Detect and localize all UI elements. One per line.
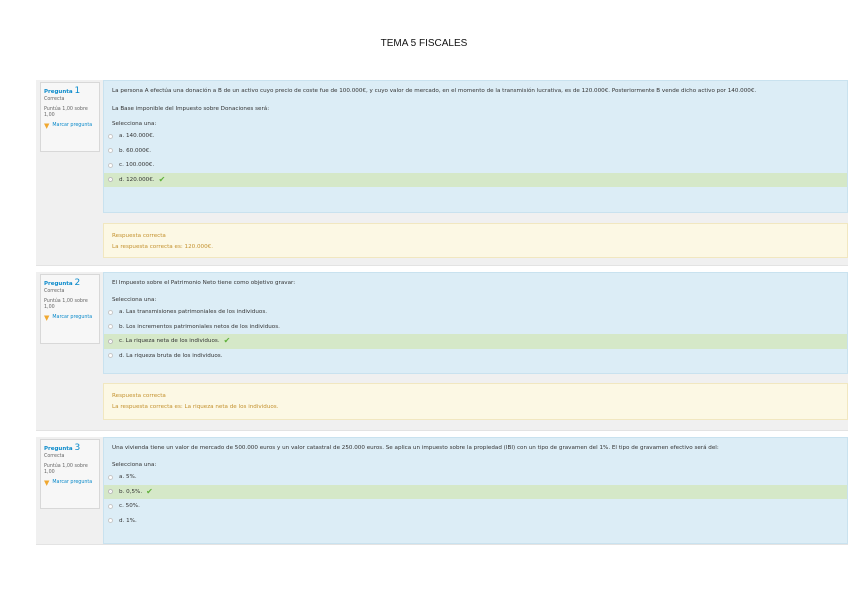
check-icon: ✔: [223, 336, 231, 346]
question-number: Pregunta 2: [44, 279, 96, 288]
flag-question-link[interactable]: ▼ Marcar pregunta: [44, 479, 96, 487]
check-icon: ✔: [146, 486, 153, 496]
radio-button-selected[interactable]: [108, 177, 113, 183]
answer-option-a[interactable]: a. 140.000€.: [104, 129, 847, 144]
question-formulation: La persona A efectúa una donación a B de…: [103, 80, 848, 213]
answer-option-b[interactable]: b. Los incrementos patrimoniales netos d…: [104, 320, 847, 335]
answer-option-label: d. La riqueza bruta de los individuos.: [119, 352, 223, 359]
question-state: Correcta: [44, 454, 65, 459]
answer-option-d[interactable]: d. 120.000€. ✔: [104, 172, 847, 187]
question-state: Correcta: [44, 289, 65, 294]
question-number-value: 1: [74, 86, 81, 96]
question-state: Correcta: [44, 97, 65, 102]
answer-option-label: a. 140.000€.: [119, 133, 155, 140]
question-subtext: La Base imponible del Impuesto sobre Don…: [112, 106, 270, 112]
feedback-title: Respuesta correcta: [112, 233, 166, 239]
feedback-box: Respuesta correcta La respuesta correcta…: [103, 383, 848, 420]
question-info: Pregunta 2 Correcta Puntúa 1,00 sobre 1,…: [40, 274, 100, 344]
radio-button[interactable]: [108, 309, 113, 315]
answer-options: a. 140.000€. b. 60.000€. c. 100.000€. d.…: [104, 129, 847, 187]
feedback-title: Respuesta correcta: [112, 393, 166, 399]
answer-option-label: b. 0,5%.: [119, 488, 143, 495]
answer-option-b[interactable]: b. 60.000€.: [104, 144, 847, 159]
flag-question-label: Marcar pregunta: [52, 315, 93, 320]
feedback-right-answer: La respuesta correcta es: 120.000€.: [112, 244, 213, 250]
quiz-attempt-review: Pregunta 1 Correcta Puntúa 1,00 sobre 1,…: [36, 80, 848, 545]
radio-button[interactable]: [108, 162, 113, 168]
answer-option-label: a. Las transmisiones patrimoniales de lo…: [119, 309, 268, 316]
flag-question-label: Marcar pregunta: [52, 480, 93, 485]
answer-option-c[interactable]: c. 100.000€.: [104, 158, 847, 173]
flag-question-link[interactable]: ▼ Marcar pregunta: [44, 122, 96, 130]
answer-option-d[interactable]: d. 1%.: [104, 514, 847, 529]
answer-option-label: c. 100.000€.: [119, 162, 155, 169]
question-formulation: Una vivienda tiene un valor de mercado d…: [103, 437, 848, 544]
answer-prompt: Selecciona una:: [112, 297, 157, 303]
answer-option-label: d. 1%.: [119, 517, 137, 524]
answer-option-label: c. 50%.: [119, 503, 140, 510]
question-label: Pregunta: [44, 89, 73, 95]
check-icon: ✔: [158, 174, 166, 184]
question-label: Pregunta: [44, 281, 73, 287]
question-info: Pregunta 1 Correcta Puntúa 1,00 sobre 1,…: [40, 82, 100, 152]
flag-question-label: Marcar pregunta: [52, 123, 93, 128]
radio-button[interactable]: [108, 324, 113, 330]
answer-option-c[interactable]: c. La riqueza neta de los individuos. ✔: [104, 334, 847, 349]
question-text: La persona A efectúa una donación a B de…: [112, 88, 757, 94]
answer-option-label: b. 60.000€.: [119, 147, 152, 154]
radio-button[interactable]: [108, 518, 113, 524]
question-grade: Puntúa 1,00 sobre 1,00: [44, 464, 88, 475]
question-grade: Puntúa 1,00 sobre 1,00: [44, 107, 88, 118]
flag-icon: ▼: [44, 314, 50, 322]
question-text: Una vivienda tiene un valor de mercado d…: [112, 445, 719, 451]
question-number: Pregunta 1: [44, 87, 96, 96]
question-number: Pregunta 3: [44, 444, 96, 453]
radio-button[interactable]: [108, 148, 113, 154]
radio-button[interactable]: [108, 133, 113, 139]
question-number-value: 3: [74, 443, 81, 453]
answer-options: a. 5%. b. 0,5%. ✔ c. 50%. d. 1%.: [104, 470, 847, 528]
question-text: El Impuesto sobre el Patrimonio Neto tie…: [112, 280, 296, 286]
flag-icon: ▼: [44, 122, 50, 130]
radio-button-selected[interactable]: [108, 489, 113, 495]
feedback-box: Respuesta correcta La respuesta correcta…: [103, 223, 848, 258]
answer-option-a[interactable]: a. 5%.: [104, 470, 847, 485]
question-number-value: 2: [74, 278, 81, 288]
flag-question-link[interactable]: ▼ Marcar pregunta: [44, 314, 96, 322]
flag-icon: ▼: [44, 479, 50, 487]
question-formulation: El Impuesto sobre el Patrimonio Neto tie…: [103, 272, 848, 374]
radio-button[interactable]: [108, 474, 113, 480]
question-info: Pregunta 3 Correcta Puntúa 1,00 sobre 1,…: [40, 439, 100, 509]
answer-option-label: b. Los incrementos patrimoniales netos d…: [119, 323, 280, 330]
question-2: Pregunta 2 Correcta Puntúa 1,00 sobre 1,…: [36, 272, 848, 431]
feedback-right-answer: La respuesta correcta es: La riqueza net…: [112, 404, 279, 410]
radio-button[interactable]: [108, 503, 113, 509]
radio-button-selected[interactable]: [108, 338, 113, 344]
question-3: Pregunta 3 Correcta Puntúa 1,00 sobre 1,…: [36, 437, 848, 545]
page-title: TEMA 5 FISCALES: [380, 38, 468, 49]
radio-button[interactable]: [108, 353, 113, 359]
question-grade: Puntúa 1,00 sobre 1,00: [44, 299, 88, 310]
answer-option-c[interactable]: c. 50%.: [104, 499, 847, 514]
answer-options: a. Las transmisiones patrimoniales de lo…: [104, 305, 847, 363]
answer-option-b[interactable]: b. 0,5%. ✔: [104, 484, 847, 499]
answer-option-label: d. 120.000€.: [119, 176, 155, 183]
answer-option-d[interactable]: d. La riqueza bruta de los individuos.: [104, 349, 847, 364]
answer-option-label: c. La riqueza neta de los individuos.: [119, 338, 220, 345]
question-label: Pregunta: [44, 446, 73, 452]
answer-option-label: a. 5%.: [119, 474, 137, 481]
answer-option-a[interactable]: a. Las transmisiones patrimoniales de lo…: [104, 305, 847, 320]
answer-prompt: Selecciona una:: [112, 121, 157, 127]
answer-prompt: Selecciona una:: [112, 462, 157, 468]
question-1: Pregunta 1 Correcta Puntúa 1,00 sobre 1,…: [36, 80, 848, 266]
